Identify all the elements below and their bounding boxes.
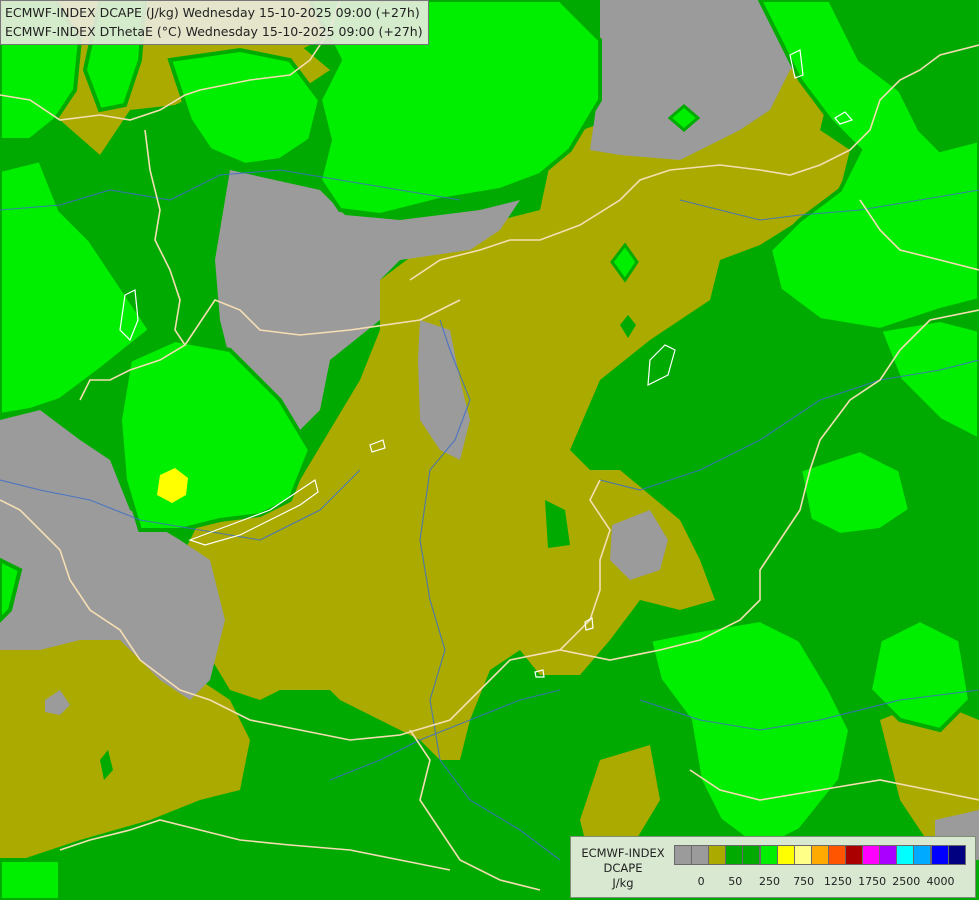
olive-swatch <box>708 845 727 865</box>
dcape-map <box>0 0 979 900</box>
legend-tick-label: 0 <box>697 875 705 888</box>
dark-red-swatch <box>845 845 863 865</box>
legend-title-line-2: DCAPE <box>603 861 643 875</box>
light-blue-swatch <box>913 845 932 865</box>
yellow-swatch <box>776 845 795 865</box>
legend-tick-label: 250 <box>759 875 780 888</box>
dark-green-swatch <box>725 845 744 865</box>
legend-title-line-3: J/kg <box>612 876 634 890</box>
title-line-dthetae: ECMWF-INDEX DThetaE (°C) Wednesday 15-10… <box>5 24 423 39</box>
bright-green-swatch <box>759 845 778 865</box>
legend-tick-label: 1250 <box>823 875 852 888</box>
cyan-swatch <box>896 845 915 865</box>
legend-title-line-1: ECMWF-INDEX <box>581 846 665 860</box>
legend-tick-label: 4000 <box>926 875 955 888</box>
gray-swatch <box>691 845 710 865</box>
orange-swatch <box>810 845 829 865</box>
legend-tick-label: 2500 <box>892 875 921 888</box>
red-orange-swatch <box>827 845 846 865</box>
title-line-dcape: ECMWF-INDEX DCAPE (J/kg) Wednesday 15-10… <box>5 5 420 20</box>
gray-swatch <box>674 845 692 865</box>
legend-panel: ECMWF-INDEX DCAPE J/kg 0 50 250 750 1250 1750… <box>570 836 976 898</box>
navy-swatch <box>947 845 966 865</box>
map-title-box: ECMWF-INDEX DCAPE (J/kg) Wednesday 15-10… <box>0 0 429 45</box>
purple-swatch <box>879 845 898 865</box>
dark-green-swatch <box>742 845 761 865</box>
legend-tick-label: 50 <box>728 875 743 888</box>
legend-tick-label: 1750 <box>858 875 887 888</box>
magenta-swatch <box>862 845 881 865</box>
blue-swatch <box>930 845 949 865</box>
legend-title: ECMWF-INDEX DCAPE J/kg <box>575 846 671 891</box>
weather-map: ECMWF-INDEX DCAPE (J/kg) Wednesday 15-10… <box>0 0 979 900</box>
legend-tick-label: 750 <box>793 875 815 888</box>
light-yellow-swatch <box>793 845 812 865</box>
